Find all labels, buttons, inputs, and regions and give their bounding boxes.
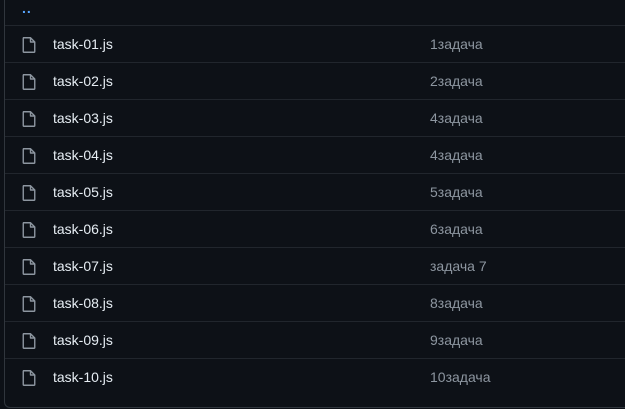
commit-message-link[interactable]: 5задача <box>430 184 483 200</box>
commit-message-link[interactable]: 4задача <box>430 110 483 126</box>
file-list: .. task-01.js 1задача task-02.js 2задача… <box>4 0 625 408</box>
file-icon <box>22 148 36 164</box>
file-row[interactable]: task-04.js 4задача <box>5 136 625 173</box>
commit-message-link[interactable]: 10задача <box>430 369 491 385</box>
file-icon <box>22 222 36 238</box>
commit-message-link[interactable]: 8задача <box>430 295 483 311</box>
file-row[interactable]: task-02.js 2задача <box>5 62 625 99</box>
file-row[interactable]: task-07.js задача 7 <box>5 247 625 284</box>
file-row[interactable]: task-09.js 9задача <box>5 321 625 358</box>
commit-message-link[interactable]: 6задача <box>430 221 483 237</box>
file-icon <box>22 296 36 312</box>
file-icon <box>22 37 36 53</box>
commit-message-link[interactable]: 4задача <box>430 147 483 163</box>
file-icon <box>22 333 36 349</box>
file-name-link[interactable]: task-08.js <box>53 295 113 311</box>
file-row[interactable]: task-05.js 5задача <box>5 173 625 210</box>
file-icon <box>22 370 36 386</box>
parent-directory-row[interactable]: .. <box>5 0 625 25</box>
file-name-link[interactable]: task-10.js <box>53 369 113 385</box>
file-row[interactable]: task-03.js 4задача <box>5 99 625 136</box>
file-icon <box>22 259 36 275</box>
file-name-link[interactable]: task-06.js <box>53 221 113 237</box>
file-name-link[interactable]: task-07.js <box>53 258 113 274</box>
file-name-link[interactable]: task-01.js <box>53 36 113 52</box>
file-row[interactable]: task-10.js 10задача <box>5 358 625 395</box>
parent-directory-link[interactable]: .. <box>22 0 32 16</box>
file-row[interactable]: task-08.js 8задача <box>5 284 625 321</box>
file-icon <box>22 111 36 127</box>
file-name-link[interactable]: task-02.js <box>53 73 113 89</box>
commit-message-link[interactable]: задача 7 <box>430 258 487 274</box>
file-name-link[interactable]: task-05.js <box>53 184 113 200</box>
file-icon <box>22 74 36 90</box>
file-icon <box>22 185 36 201</box>
file-name-link[interactable]: task-09.js <box>53 332 113 348</box>
file-name-link[interactable]: task-03.js <box>53 110 113 126</box>
file-name-link[interactable]: task-04.js <box>53 147 113 163</box>
file-row[interactable]: task-06.js 6задача <box>5 210 625 247</box>
file-row[interactable]: task-01.js 1задача <box>5 25 625 62</box>
commit-message-link[interactable]: 2задача <box>430 73 483 89</box>
commit-message-link[interactable]: 9задача <box>430 332 483 348</box>
commit-message-link[interactable]: 1задача <box>430 36 483 52</box>
